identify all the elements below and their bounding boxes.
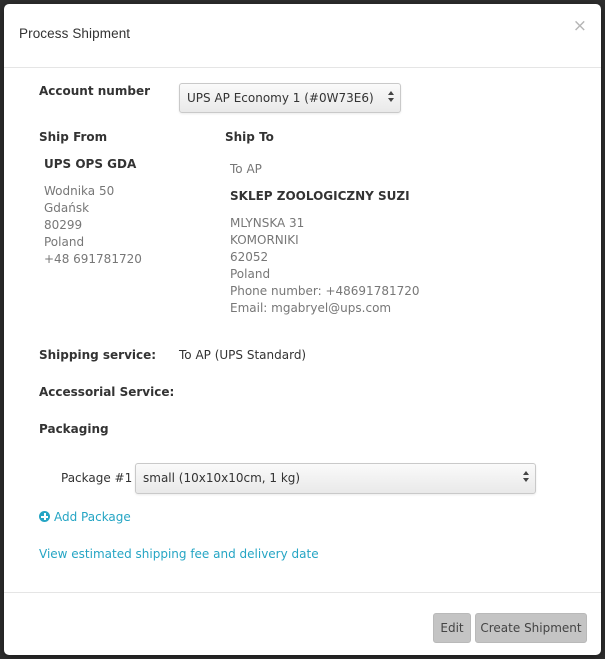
package-size-select[interactable]: small (10x10x10cm, 1 kg): [135, 463, 536, 494]
ship-from-line: Wodnika 50: [44, 184, 115, 198]
view-estimate-link[interactable]: View estimated shipping fee and delivery…: [39, 547, 319, 561]
ship-from-heading: Ship From: [39, 130, 108, 144]
chevron-updown-icon: [388, 88, 394, 108]
shipping-service-label: Shipping service:: [39, 348, 157, 362]
process-shipment-modal: Process Shipment × Account number UPS AP…: [4, 4, 601, 655]
ship-from-line: Poland: [44, 235, 85, 249]
edit-button[interactable]: Edit: [433, 613, 471, 643]
ship-to-line: Phone number: +48691781720: [230, 284, 420, 298]
add-package-link[interactable]: Add Package: [39, 510, 131, 524]
ship-to-line: Poland: [230, 267, 271, 281]
ship-to-name: SKLEP ZOOLOGICZNY SUZI: [230, 189, 410, 203]
ship-to-line: MLYNSKA 31: [230, 216, 305, 230]
chevron-updown-icon: [523, 468, 529, 488]
modal-title: Process Shipment: [19, 26, 131, 41]
modal-header: Process Shipment ×: [4, 4, 601, 68]
close-icon[interactable]: ×: [573, 16, 587, 36]
ship-from-address: Wodnika 50 Gdańsk 80299 Poland +48 69178…: [44, 183, 142, 268]
account-number-label: Account number: [39, 84, 150, 98]
ship-to-line: KOMORNIKI: [230, 233, 299, 247]
plus-circle-icon: [39, 511, 50, 522]
account-number-value: UPS AP Economy 1 (#0W73E6): [187, 91, 374, 105]
modal-footer: Edit Create Shipment: [4, 592, 601, 655]
package-label: Package #1: [61, 471, 133, 485]
ship-to-address: MLYNSKA 31 KOMORNIKI 62052 Poland Phone …: [230, 215, 420, 317]
ship-to-line: Email: mgabryel@ups.com: [230, 301, 392, 315]
ship-to-line: 62052: [230, 250, 269, 264]
ship-from-line: +48 691781720: [44, 252, 142, 266]
add-package-label: Add Package: [54, 510, 131, 524]
accessorial-service-label: Accessorial Service:: [39, 385, 175, 399]
account-number-select[interactable]: UPS AP Economy 1 (#0W73E6): [179, 83, 401, 113]
ship-from-line: Gdańsk: [44, 201, 90, 215]
create-shipment-button[interactable]: Create Shipment: [475, 613, 587, 643]
package-size-value: small (10x10x10cm, 1 kg): [143, 471, 301, 485]
shipping-service-value: To AP (UPS Standard): [179, 348, 307, 362]
ship-from-name: UPS OPS GDA: [44, 157, 137, 171]
ship-from-line: 80299: [44, 218, 83, 232]
ship-to-type: To AP: [230, 162, 262, 176]
packaging-label: Packaging: [39, 422, 109, 436]
ship-to-heading: Ship To: [225, 130, 274, 144]
